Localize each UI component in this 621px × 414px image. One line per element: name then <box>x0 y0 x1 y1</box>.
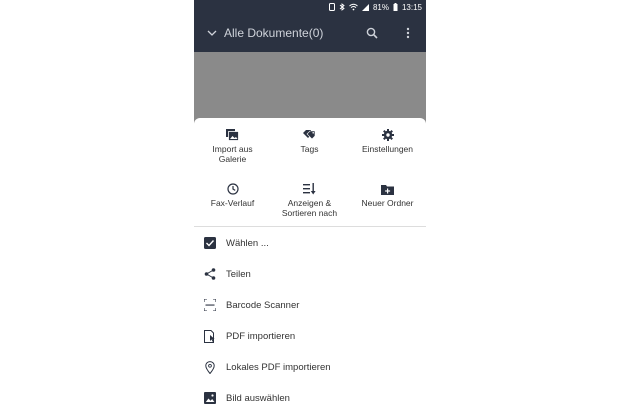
fax-history-button[interactable]: Fax-Verlauf <box>194 182 271 208</box>
quick-actions-grid: Import aus Galerie Tags Einstellungen Fa… <box>194 118 426 226</box>
chevron-down-icon[interactable] <box>202 30 222 36</box>
status-bar: 81% 13:15 <box>194 0 426 14</box>
local-pdf-icon <box>203 360 217 374</box>
menu-item-label: Barcode Scanner <box>226 299 300 311</box>
clock-time: 13:15 <box>401 2 422 12</box>
gallery-import-icon <box>226 128 240 142</box>
search-icon[interactable] <box>360 21 384 45</box>
settings-gear-icon <box>381 128 395 142</box>
grid-label: Tags <box>300 144 319 154</box>
tag-icon <box>303 128 317 142</box>
sim-icon <box>328 3 335 11</box>
wifi-icon <box>349 3 358 11</box>
grid-label: Anzeigen & Sortieren nach <box>281 198 338 218</box>
grid-label: Einstellungen <box>361 144 414 154</box>
bluetooth-icon <box>339 3 345 11</box>
menu-item-select[interactable]: Wählen ... <box>194 228 426 258</box>
gallery-import-button[interactable]: Import aus Galerie <box>194 128 271 164</box>
divider <box>194 226 426 227</box>
tags-button[interactable]: Tags <box>271 128 348 154</box>
view-sort-button[interactable]: Anzeigen & Sortieren nach <box>271 182 348 218</box>
checkbox-checked-icon <box>203 236 217 250</box>
menu-item-label: PDF importieren <box>226 330 296 342</box>
settings-button[interactable]: Einstellungen <box>349 128 426 154</box>
bottom-sheet-menu: Import aus Galerie Tags Einstellungen Fa… <box>194 118 426 414</box>
phone-screen: 81% 13:15 Alle Dokumente(0) Import aus G… <box>194 0 426 414</box>
grid-label: Fax-Verlauf <box>210 198 255 208</box>
new-folder-button[interactable]: Neuer Ordner <box>349 182 426 208</box>
sort-icon <box>303 182 317 196</box>
battery-icon <box>393 3 398 11</box>
menu-item-local-pdf[interactable]: Lokales PDF importieren <box>194 352 426 382</box>
menu-item-share[interactable]: Teilen <box>194 259 426 289</box>
menu-item-label: Wählen ... <box>226 237 269 249</box>
menu-item-label: Lokales PDF importieren <box>226 361 331 373</box>
menu-item-label: Bild auswählen <box>226 392 290 404</box>
menu-item-label: Teilen <box>226 268 251 280</box>
menu-item-pdf-import[interactable]: PDF importieren <box>194 321 426 351</box>
more-vert-icon[interactable] <box>396 21 420 45</box>
signal-icon <box>361 3 369 11</box>
barcode-scanner-icon <box>203 298 217 312</box>
battery-percent: 81% <box>372 2 389 12</box>
grid-label: Import aus Galerie <box>212 144 253 164</box>
pdf-import-icon <box>203 329 217 343</box>
menu-item-select-image[interactable]: Bild auswählen <box>194 383 426 413</box>
new-folder-icon <box>381 182 395 196</box>
menu-item-barcode[interactable]: Barcode Scanner <box>194 290 426 320</box>
share-icon <box>203 267 217 281</box>
page-title[interactable]: Alle Dokumente(0) <box>224 26 360 40</box>
image-icon <box>203 391 217 405</box>
grid-label: Neuer Ordner <box>361 198 414 208</box>
clock-history-icon <box>226 182 240 196</box>
app-bar: Alle Dokumente(0) <box>194 14 426 52</box>
